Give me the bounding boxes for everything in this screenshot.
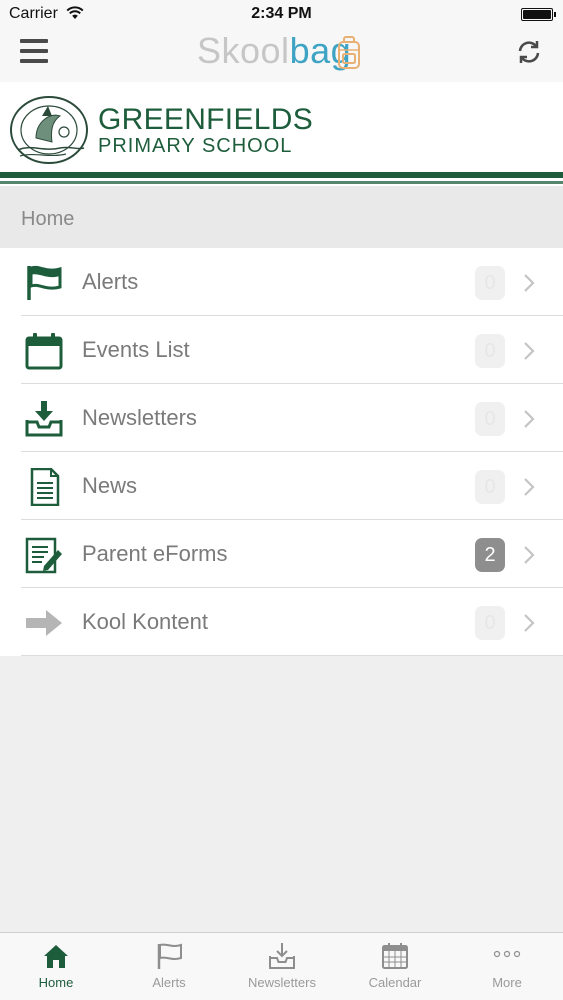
inbox-download-icon: [269, 943, 295, 969]
list-item-label: Newsletters: [82, 405, 197, 430]
calendar-icon: [25, 333, 63, 370]
refresh-icon[interactable]: [515, 38, 543, 66]
tab-label: Home: [38, 975, 74, 990]
tab-label: More: [492, 975, 522, 990]
count-badge: 0: [475, 334, 505, 368]
list-item-kool-kontent[interactable]: Kool Kontent 0: [0, 588, 563, 656]
app-logo: Skoolbag: [197, 30, 351, 72]
list-item-parent-eforms[interactable]: Parent eForms 2: [0, 520, 563, 588]
more-dots-icon: [493, 950, 521, 958]
list-item-label: Alerts: [82, 269, 139, 294]
section-header: Home: [0, 186, 563, 248]
list-item-label: Kool Kontent: [82, 609, 208, 634]
arrow-right-icon: [26, 610, 62, 636]
status-time: 2:34 PM: [251, 5, 312, 22]
tab-more[interactable]: More: [451, 933, 563, 1000]
backpack-icon: [338, 36, 360, 69]
list-item-alerts[interactable]: Alerts 0: [0, 248, 563, 316]
chevron-right-icon: [524, 274, 535, 292]
school-name: GREENFIELDS: [98, 103, 314, 136]
home-icon: [44, 945, 68, 968]
count-badge: 0: [475, 402, 505, 436]
school-crest-icon: [10, 96, 88, 164]
list-item-news[interactable]: News 0: [0, 452, 563, 520]
chevron-right-icon: [524, 478, 535, 496]
home-menu-list: Alerts 0 Events List 0 Newsletters 0 New…: [0, 248, 563, 656]
status-bar: Carrier 2:34 PM: [0, 0, 563, 28]
list-item-label: Events List: [82, 337, 190, 362]
form-edit-icon: [25, 537, 62, 574]
tab-alerts[interactable]: Alerts: [113, 933, 225, 1000]
calendar-icon: [382, 943, 408, 969]
brand-text-skool: Skool: [197, 30, 290, 71]
chevron-right-icon: [524, 410, 535, 428]
count-badge: 0: [475, 266, 505, 300]
list-item-newsletters[interactable]: Newsletters 0: [0, 384, 563, 452]
tab-label: Calendar: [368, 975, 422, 990]
tab-label: Newsletters: [248, 975, 316, 990]
flag-icon: [27, 265, 62, 300]
count-badge: 0: [475, 470, 505, 504]
tab-newsletters[interactable]: Newsletters: [226, 933, 338, 1000]
tab-bar: Home Alerts Newsletters Calendar More: [0, 932, 563, 1000]
list-item-label: News: [82, 473, 138, 498]
tab-label: Alerts: [152, 975, 186, 990]
count-badge: 2: [475, 538, 505, 572]
chevron-right-icon: [524, 546, 535, 564]
list-item-events-list[interactable]: Events List 0: [0, 316, 563, 384]
banner-divider-thin: [0, 181, 563, 184]
list-item-label: Parent eForms: [82, 541, 228, 566]
app-header: Skoolbag: [0, 28, 563, 82]
flag-icon: [157, 943, 182, 969]
tab-home[interactable]: Home: [0, 933, 112, 1000]
section-title: Home: [21, 208, 75, 230]
battery-icon: [521, 8, 556, 21]
count-badge: 0: [475, 606, 505, 640]
banner-divider: [0, 172, 563, 178]
school-banner: GREENFIELDS PRIMARY SCHOOL: [0, 82, 563, 186]
document-icon: [30, 468, 60, 506]
chevron-right-icon: [524, 342, 535, 360]
tab-calendar[interactable]: Calendar: [339, 933, 451, 1000]
inbox-download-icon: [25, 401, 63, 437]
chevron-right-icon: [524, 614, 535, 632]
hamburger-menu-button[interactable]: [20, 39, 48, 65]
school-subtitle: PRIMARY SCHOOL: [98, 135, 293, 157]
